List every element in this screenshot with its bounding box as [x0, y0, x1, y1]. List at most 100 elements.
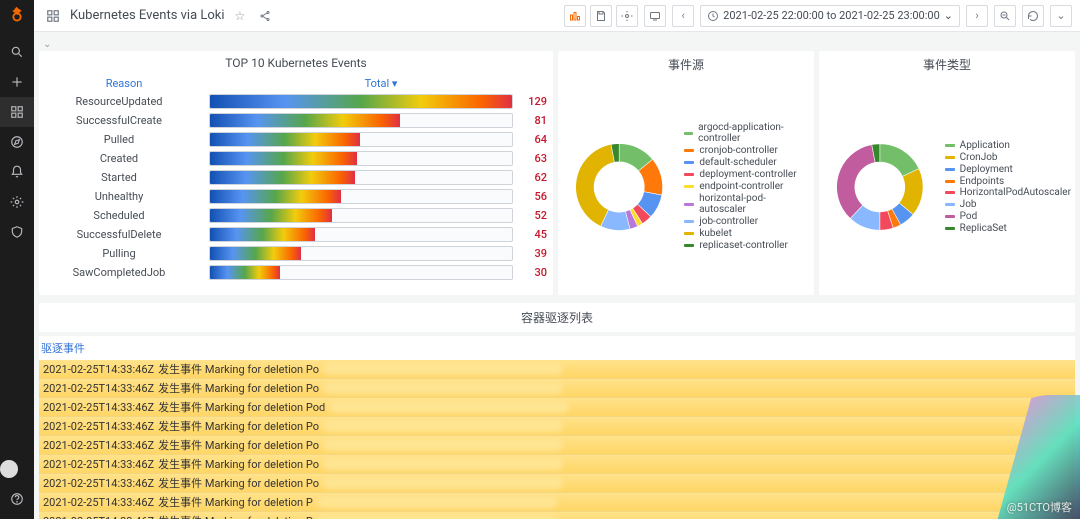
- legend-item[interactable]: job-controller: [684, 216, 810, 227]
- legend-item[interactable]: Deployment: [945, 164, 1071, 175]
- save-button[interactable]: [590, 5, 612, 27]
- row-value: 81: [519, 114, 553, 127]
- dashboard-nav-icon[interactable]: [42, 9, 64, 23]
- time-back-button[interactable]: ‹: [672, 5, 694, 27]
- legend-item[interactable]: horizontal-pod-autoscaler: [684, 193, 810, 215]
- blurred-content: [323, 439, 563, 451]
- watermark: @51CTO博客: [1007, 499, 1072, 515]
- bar-track: [209, 189, 513, 204]
- row-collapse-button[interactable]: ⌄: [39, 37, 1075, 51]
- legend-item[interactable]: Job: [945, 199, 1071, 210]
- panel-event-type-title: 事件类型: [819, 51, 1075, 78]
- log-message: 发生事件 Marking for deletion Po: [158, 418, 319, 434]
- shield-icon[interactable]: [0, 217, 34, 247]
- legend-type: ApplicationCronJobDeploymentEndpointsHor…: [945, 140, 1071, 234]
- table-row[interactable]: Started62: [39, 168, 553, 187]
- explore-icon[interactable]: [0, 127, 34, 157]
- log-line[interactable]: 2021-02-25T14:33:46Z发生事件 Marking for del…: [39, 493, 1075, 512]
- panel-top10-title: TOP 10 Kubernetes Events: [39, 51, 553, 75]
- blurred-content: [323, 363, 563, 375]
- grafana-logo-icon[interactable]: [6, 5, 28, 27]
- log-timestamp: 2021-02-25T14:33:46Z: [43, 477, 154, 490]
- blurred-content: [317, 515, 557, 519]
- table-row[interactable]: Pulled64: [39, 130, 553, 149]
- log-line[interactable]: 2021-02-25T14:33:46Z发生事件 Marking for del…: [39, 455, 1075, 474]
- blurred-content: [323, 477, 563, 489]
- log-line[interactable]: 2021-02-25T14:33:46Z发生事件 Marking for del…: [39, 474, 1075, 493]
- bar-fill: [210, 209, 332, 222]
- time-range-picker[interactable]: 2021-02-25 22:00:00 to 2021-02-25 23:00:…: [700, 5, 960, 27]
- log-message: 发生事件 Marking for deletion Po: [158, 437, 319, 453]
- legend-item[interactable]: default-scheduler: [684, 157, 810, 168]
- star-icon[interactable]: ☆: [231, 9, 250, 23]
- search-icon[interactable]: [0, 37, 34, 67]
- bar-track: [209, 246, 513, 261]
- log-message: 发生事件 Marking for deletion Pod: [158, 399, 325, 415]
- tv-mode-button[interactable]: [644, 5, 666, 27]
- dashboards-icon[interactable]: [0, 97, 34, 127]
- time-range-text: 2021-02-25 22:00:00 to 2021-02-25 23:00:…: [723, 9, 940, 22]
- avatar[interactable]: [0, 460, 18, 478]
- log-timestamp: 2021-02-25T14:33:46Z: [43, 382, 154, 395]
- bar-track: [209, 113, 513, 128]
- legend-item[interactable]: CronJob: [945, 152, 1071, 163]
- chevron-down-icon: ⌄: [944, 9, 953, 22]
- nav-sidebar: [0, 0, 34, 519]
- table-row[interactable]: Created63: [39, 149, 553, 168]
- log-timestamp: 2021-02-25T14:33:46Z: [43, 458, 154, 471]
- log-line[interactable]: 2021-02-25T14:33:46Z发生事件 Marking for del…: [39, 360, 1075, 379]
- blurred-content: [323, 458, 563, 470]
- table-row[interactable]: SawCompletedJob30: [39, 263, 553, 282]
- table-row[interactable]: SuccessfulCreate 81: [39, 111, 553, 130]
- table-row[interactable]: ResourceUpdated129: [39, 92, 553, 111]
- col-reason[interactable]: Reason: [39, 77, 209, 90]
- page-title: Kubernetes Events via Loki: [70, 8, 225, 23]
- row-label: SawCompletedJob: [39, 266, 209, 279]
- legend-item[interactable]: Application: [945, 140, 1071, 151]
- log-line[interactable]: 2021-02-25T14:33:46Z发生事件 Marking for del…: [39, 379, 1075, 398]
- row-label: Unhealthy: [39, 190, 209, 203]
- table-row[interactable]: Pulling39: [39, 244, 553, 263]
- panel-eviction-logs-title[interactable]: 驱逐事件: [39, 336, 1075, 360]
- log-line[interactable]: 2021-02-25T14:33:46Z发生事件 Marking for del…: [39, 512, 1075, 519]
- share-icon[interactable]: [255, 10, 275, 22]
- legend-item[interactable]: replicaset-controller: [684, 240, 810, 251]
- gear-icon[interactable]: [0, 187, 34, 217]
- bar-track: [209, 132, 513, 147]
- col-total[interactable]: Total ▾: [209, 77, 553, 90]
- table-row[interactable]: Unhealthy56: [39, 187, 553, 206]
- row-label: SuccessfulDelete: [39, 228, 209, 241]
- row-label: SuccessfulCreate: [39, 114, 209, 127]
- table-row[interactable]: Scheduled52: [39, 206, 553, 225]
- bar-fill: [210, 228, 315, 241]
- blurred-content: [317, 496, 557, 508]
- table-row[interactable]: SuccessfulDelete 45: [39, 225, 553, 244]
- add-panel-button[interactable]: [564, 5, 586, 27]
- legend-item[interactable]: ReplicaSet: [945, 223, 1071, 234]
- plus-icon[interactable]: [0, 67, 34, 97]
- bar-track: [209, 227, 513, 242]
- log-line[interactable]: 2021-02-25T14:33:46Z发生事件 Marking for del…: [39, 436, 1075, 455]
- dashboard-content: ⌄ TOP 10 Kubernetes Events Reason Total …: [34, 32, 1080, 519]
- legend-item[interactable]: HorizontalPodAutoscaler: [945, 187, 1071, 198]
- log-line[interactable]: 2021-02-25T14:33:46Z发生事件 Marking for del…: [39, 398, 1075, 417]
- time-forward-button[interactable]: ›: [966, 5, 988, 27]
- legend-item[interactable]: endpoint-controller: [684, 181, 810, 192]
- legend-item[interactable]: Endpoints: [945, 176, 1071, 187]
- log-line[interactable]: 2021-02-25T14:33:46Z发生事件 Marking for del…: [39, 417, 1075, 436]
- row-value: 45: [519, 228, 553, 241]
- legend-item[interactable]: argocd-application-controller: [684, 122, 810, 144]
- legend-item[interactable]: cronjob-controller: [684, 145, 810, 156]
- zoom-out-button[interactable]: [994, 5, 1016, 27]
- legend-item[interactable]: Pod: [945, 211, 1071, 222]
- bar-track: [209, 265, 513, 280]
- settings-button[interactable]: [616, 5, 638, 27]
- topbar: Kubernetes Events via Loki ☆ ‹ 2021-02-2…: [34, 0, 1080, 32]
- legend-source: argocd-application-controllercronjob-con…: [684, 122, 810, 251]
- refresh-button[interactable]: [1022, 5, 1044, 27]
- refresh-interval-button[interactable]: ⌄: [1050, 5, 1072, 27]
- legend-item[interactable]: deployment-controller: [684, 169, 810, 180]
- alert-bell-icon[interactable]: [0, 157, 34, 187]
- legend-item[interactable]: kubelet: [684, 228, 810, 239]
- help-icon[interactable]: [0, 484, 34, 514]
